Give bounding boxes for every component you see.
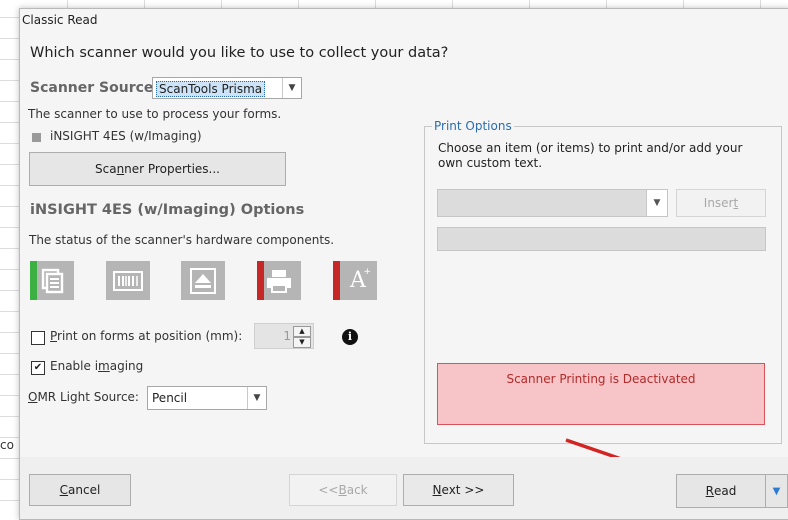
- imaging-label-b: m: [98, 359, 110, 373]
- insert-button[interactable]: Inser t: [676, 189, 766, 217]
- scanner-source-select[interactable]: ScanTools Prisma ▼: [152, 77, 302, 99]
- omr-label: OMR Light Source:: [28, 390, 139, 404]
- stepper-up-icon[interactable]: ▲: [293, 326, 311, 337]
- options-heading: iNSIGHT 4ES (w/Imaging) Options: [30, 202, 305, 218]
- omr-label-b: MR Light Source:: [37, 390, 139, 404]
- device-status-icon: [32, 133, 41, 142]
- position-value: 1: [283, 329, 291, 343]
- back-label-b: B: [338, 483, 347, 497]
- cancel-label-b: ancel: [68, 483, 101, 497]
- read-options-dropdown[interactable]: ▼: [766, 474, 788, 508]
- info-icon[interactable]: i: [342, 329, 358, 345]
- insert-label-b: t: [733, 196, 739, 210]
- back-label-a: <<: [318, 483, 339, 497]
- next-label-a: N: [432, 483, 442, 497]
- enable-imaging-checkbox[interactable]: ✔: [31, 361, 45, 375]
- scanner-device-name: iNSIGHT 4ES (w/Imaging): [50, 129, 202, 143]
- dialog-title: Classic Read: [22, 13, 98, 27]
- cancel-button[interactable]: Cancel: [29, 474, 131, 506]
- printing-deactivated-text: Scanner Printing is Deactivated: [506, 372, 696, 386]
- scanner-properties-button[interactable]: Sca n ner Properties...: [29, 152, 286, 186]
- properties-label-b: n: [116, 162, 125, 176]
- print-position-label[interactable]: Print on forms at position (mm):: [50, 329, 242, 343]
- custom-text-field[interactable]: [437, 227, 766, 251]
- scanner-description: The scanner to use to process your forms…: [28, 107, 282, 121]
- printer-icon: [257, 261, 301, 300]
- back-label-c: ack: [346, 483, 368, 497]
- properties-label-a: Sca: [94, 162, 117, 176]
- print-position-checkbox[interactable]: [31, 331, 45, 345]
- omr-light-source-select[interactable]: Pencil ▼: [147, 386, 267, 410]
- stepper-down-icon[interactable]: ▼: [293, 337, 311, 348]
- omr-value: Pencil: [152, 391, 188, 405]
- scanner-source-value: ScanTools Prisma: [156, 81, 266, 97]
- next-button[interactable]: Next >>: [403, 474, 514, 506]
- font-icon: A +: [333, 261, 377, 300]
- read-button[interactable]: Read: [676, 474, 766, 508]
- insert-label-a: Inser: [703, 196, 734, 210]
- cancel-label-a: C: [59, 483, 69, 497]
- print-options-description: Choose an item (or items) to print and/o…: [438, 141, 743, 170]
- enable-imaging-label[interactable]: Enable imaging: [50, 359, 143, 373]
- print-label-a: P: [50, 329, 58, 343]
- print-options-legend: Print Options: [432, 119, 514, 133]
- read-label-b: ead: [713, 484, 737, 498]
- printing-deactivated-banner: Scanner Printing is Deactivated: [437, 363, 765, 425]
- feeder-icon: [30, 261, 74, 300]
- position-stepper[interactable]: 1 ▲ ▼: [254, 323, 314, 349]
- back-button[interactable]: << Back: [289, 474, 397, 506]
- hardware-status-text: The status of the scanner's hardware com…: [29, 233, 335, 247]
- chevron-down-icon[interactable]: ▼: [282, 78, 301, 98]
- print-item-select[interactable]: ▼: [437, 189, 668, 217]
- properties-label-c: ner Properties...: [124, 162, 220, 176]
- next-label-b: ext >>: [441, 483, 485, 497]
- scanner-question: Which scanner would you like to use to c…: [30, 45, 449, 61]
- print-label-b: rint on forms at position (mm):: [57, 329, 243, 343]
- chevron-down-icon[interactable]: ▼: [646, 190, 667, 216]
- eject-icon: [181, 261, 225, 300]
- barcode-icon: [106, 261, 150, 300]
- scanner-source-label: Scanner Source:: [30, 80, 160, 96]
- chevron-down-icon[interactable]: ▼: [773, 486, 781, 497]
- imaging-label-c: aging: [109, 359, 144, 373]
- imaging-label-a: Enable i: [50, 359, 99, 373]
- read-label-a: R: [705, 484, 714, 498]
- classic-read-dialog: Classic Read Which scanner would you lik…: [19, 8, 788, 520]
- background-cell-text: co: [0, 438, 14, 452]
- chevron-down-icon[interactable]: ▼: [247, 387, 266, 409]
